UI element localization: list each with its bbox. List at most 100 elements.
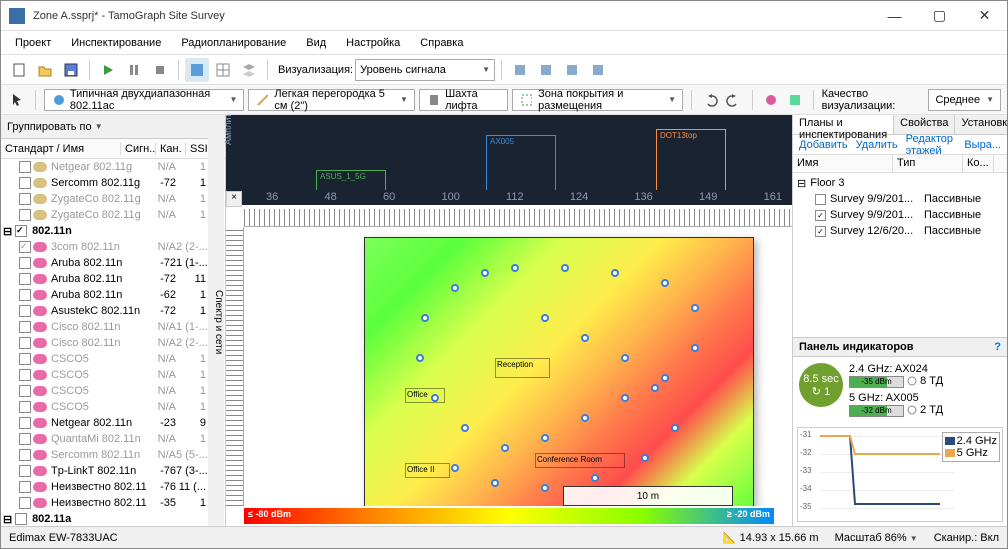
ap-row[interactable]: Aruba 802.11n-721 (1-... <box>1 255 225 271</box>
ap-group[interactable]: ⊟ 802.11n <box>1 223 225 239</box>
viz-label: Визуализация: <box>278 64 353 76</box>
plans-tree[interactable]: ⊟Floor 3 Survey 9/9/201...Пассивные✓Surv… <box>793 173 1007 253</box>
ap-group[interactable]: ⊟ 802.11a <box>1 511 225 526</box>
center-panel: Спектр и сети Амплитуда (dBm) ASUS_1_5GA… <box>226 115 792 526</box>
ap-row[interactable]: AsustekC 802.11n-721 <box>1 303 225 319</box>
scan-status[interactable]: Сканир.: Вкл <box>934 532 999 544</box>
menu-survey[interactable]: Инспектирование <box>63 35 169 51</box>
ap-row[interactable]: Aruba 802.11n-7211 <box>1 271 225 287</box>
menu-help[interactable]: Справка <box>412 35 471 51</box>
misc1-button[interactable] <box>761 88 781 112</box>
tool-d-button[interactable] <box>586 58 610 82</box>
ap-row[interactable]: Sercomm 802.11nN/A5 (5-... <box>1 447 225 463</box>
ap-row[interactable]: Cisco 802.11nN/A1 (1-... <box>1 319 225 335</box>
survey-row[interactable]: ✓Survey 12/6/20...Пассивные <box>815 223 1003 239</box>
tool-c-button[interactable] <box>560 58 584 82</box>
wall-type-select[interactable]: Типичная двухдиапазонная 802.11ac▼ <box>44 89 245 111</box>
ap-row[interactable]: 3com 802.11nN/A2 (2-... <box>1 239 225 255</box>
tab-settings[interactable]: Установки <box>955 115 1007 134</box>
floor-editor-button[interactable]: Редактор этажей <box>906 133 957 157</box>
minimize-button[interactable]: — <box>872 1 917 31</box>
spectrum-chart: Амплитуда (dBm) ASUS_1_5GAX005DOT13top 3… <box>226 115 792 205</box>
help-icon[interactable]: ? <box>994 341 1001 353</box>
ap-row[interactable]: Sercomm 802.11g-721 <box>1 175 225 191</box>
ap-columns: Стандарт / Имя Сигн... Кан. SSID <box>1 139 225 159</box>
ap-row[interactable]: Tp-LinkT 802.11n-767 (3-... <box>1 463 225 479</box>
new-button[interactable] <box>7 58 31 82</box>
ap-row[interactable]: QuantaMi 802.11nN/A1 <box>1 431 225 447</box>
titlebar: Zone A.ssprj* - TamoGraph Site Survey — … <box>1 1 1007 31</box>
attenuation-select[interactable]: Легкая перегородка 5 см (2")▼ <box>248 89 415 111</box>
stop-button[interactable] <box>148 58 172 82</box>
pointer-button[interactable] <box>7 88 27 112</box>
menu-rfplanning[interactable]: Радиопланирование <box>173 35 294 51</box>
ap-row[interactable]: Aruba 802.11n-621 <box>1 287 225 303</box>
menu-project[interactable]: Проект <box>7 35 59 51</box>
maximize-button[interactable]: ▢ <box>917 1 962 31</box>
layers-button[interactable] <box>237 58 261 82</box>
ap-row[interactable]: CSCO5N/A1 <box>1 367 225 383</box>
heatmap-button[interactable] <box>185 58 209 82</box>
plans-toolbar: Добавить Удалить Редактор этажей Выра... <box>793 135 1007 155</box>
tool-b-button[interactable] <box>534 58 558 82</box>
ap-row[interactable]: CSCO5N/A1 <box>1 351 225 367</box>
app-icon <box>9 8 25 24</box>
window-title: Zone A.ssprj* - TamoGraph Site Survey <box>33 10 872 22</box>
ruler-vertical <box>226 227 244 506</box>
ap-row[interactable]: Netgear 802.11gN/A1 <box>1 159 225 175</box>
tab-props[interactable]: Свойства <box>894 115 955 134</box>
survey-row[interactable]: Survey 9/9/201...Пассивные <box>815 191 1003 207</box>
ap-row[interactable]: ZygateCo 802.11gN/A1 <box>1 207 225 223</box>
menu-options[interactable]: Настройка <box>338 35 408 51</box>
ap-panel: Группировать по ▼ Стандарт / Имя Сигн...… <box>1 115 226 526</box>
save-button[interactable] <box>59 58 83 82</box>
zoom-status[interactable]: Масштаб 86% ▼ <box>835 532 918 544</box>
undo-button[interactable] <box>700 88 720 112</box>
grid-button[interactable] <box>211 58 235 82</box>
scan-timer: 8.5 sec ↻ 1 <box>799 363 843 407</box>
ap-row[interactable]: Неизвестно 802.11n-351 <box>1 495 225 511</box>
ap-row[interactable]: Неизвестно 802.11n-7611 (... <box>1 479 225 495</box>
tab-plans[interactable]: Планы и инспектирования <box>793 115 894 134</box>
dashboard-header: Панель индикаторов ? <box>793 337 1007 357</box>
menubar: Проект Инспектирование Радиопланирование… <box>1 31 1007 55</box>
add-button[interactable]: Добавить <box>799 139 848 151</box>
group-by-select[interactable]: Группировать по ▼ <box>1 115 225 139</box>
shaft-select[interactable]: Шахта лифта <box>419 89 508 111</box>
ap-row[interactable]: CSCO5N/A1 <box>1 399 225 415</box>
ap-list[interactable]: Netgear 802.11gN/A1Sercomm 802.11g-721Zy… <box>1 159 225 526</box>
dashboard-chart: -31-32-33-34-35 2.4 GHz 5 GHz <box>797 427 1003 522</box>
signal-legend: ≤ -80 dBm ≥ -20 dBm <box>244 508 774 524</box>
chart-lines <box>820 432 940 517</box>
tool-a-button[interactable] <box>508 58 532 82</box>
ap-row[interactable]: CSCO5N/A1 <box>1 383 225 399</box>
toolbar-walls: Типичная двухдиапазонная 802.11ac▼ Легка… <box>1 85 1007 115</box>
chart-legend: 2.4 GHz 5 GHz <box>942 432 1000 462</box>
survey-row[interactable]: ✓Survey 9/9/201...Пассивные <box>815 207 1003 223</box>
play-button[interactable] <box>96 58 120 82</box>
open-button[interactable] <box>33 58 57 82</box>
align-button[interactable]: Выра... <box>964 139 1001 151</box>
ap-row[interactable]: ZygateCo 802.11gN/A1 <box>1 191 225 207</box>
spectrum-tab[interactable]: Спектр и сети <box>208 115 224 526</box>
delete-button[interactable]: Удалить <box>856 139 898 151</box>
pause-button[interactable] <box>122 58 146 82</box>
floorplan[interactable]: ReceptionOfficeOffice IIConference Room … <box>364 237 754 506</box>
adapter-status: Edimax EW-7833UAC <box>9 532 118 544</box>
ap-row[interactable]: Netgear 802.11n-239 <box>1 415 225 431</box>
redo-button[interactable] <box>724 88 744 112</box>
right-tabs: Планы и инспектирования Свойства Установ… <box>793 115 1007 135</box>
ap-row[interactable]: Cisco 802.11nN/A2 (2-... <box>1 335 225 351</box>
map-viewport[interactable]: ReceptionOfficeOffice IIConference Room … <box>244 227 792 506</box>
statusbar: Edimax EW-7833UAC 📐 14.93 x 15.66 m Масш… <box>1 526 1007 548</box>
misc2-button[interactable] <box>785 88 805 112</box>
right-panel: Планы и инспектирования Свойства Установ… <box>792 115 1007 526</box>
dashboard-body: 8.5 sec ↻ 1 2.4 GHz: AX024 -35 dBm 8 ТД … <box>793 357 1007 423</box>
viz-select[interactable]: Уровень сигнала▼ <box>355 59 495 81</box>
spectrum-close-button[interactable]: × <box>226 191 242 207</box>
quality-select[interactable]: Среднее▼ <box>928 89 1001 111</box>
zone-select[interactable]: Зона покрытия и размещения▼ <box>512 89 683 111</box>
scale-bar: 10 m <box>563 486 733 506</box>
menu-view[interactable]: Вид <box>298 35 334 51</box>
close-button[interactable]: ✕ <box>962 1 1007 31</box>
